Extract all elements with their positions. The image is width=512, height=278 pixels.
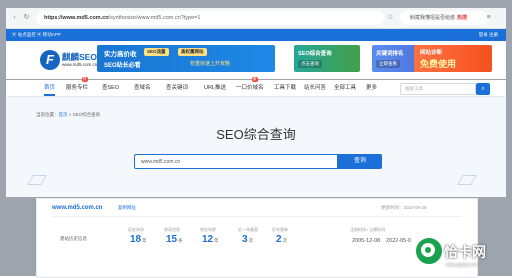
breadcrumb-prefix: 当前位置： (36, 112, 59, 117)
banner-diagnose-big: 免费使用 (420, 59, 457, 69)
dates-label: 注册时间 / 过期时间 (350, 227, 386, 232)
stat-number: 18 (130, 234, 142, 245)
stat-value: 3次 (242, 234, 253, 245)
url-host: https://www.md5.com.cn (44, 15, 109, 21)
stat-number: 15 (166, 234, 178, 245)
stat-number: 3 (242, 234, 248, 245)
banner-seo-button[interactable]: 点击查询 (298, 60, 322, 68)
login-register-links[interactable]: 登录 注册 (479, 29, 498, 41)
nav-all-tools[interactable]: 全部工具 (334, 80, 356, 96)
banner-tag-weight: 高权重网站 (178, 48, 207, 56)
stat-label: 历史年份 (128, 227, 144, 232)
page-title: SEO综合查询 (216, 127, 296, 142)
star-icon[interactable]: ☆ (386, 13, 395, 22)
stat-value: 2次 (276, 234, 287, 245)
stat-value: 12年 (202, 234, 219, 245)
query-button[interactable]: 查询 (338, 154, 382, 169)
banner-keyword-title: 关键词排名 (376, 51, 404, 57)
menu-icon[interactable]: ≡ (484, 13, 493, 22)
logo-url: www.md5.com.cn (62, 62, 98, 67)
row-label: 建站历史信息 (60, 236, 87, 241)
breadcrumb: 当前位置：首页 > SEO综合查询 (36, 112, 100, 118)
banner-seo-title: SEO综合查询 (298, 51, 332, 57)
nav-badge-hot: 热 (82, 77, 88, 82)
refresh-icon[interactable]: ↻ (22, 13, 31, 22)
nav-url-push[interactable]: URL推送 (204, 80, 226, 96)
stat-number: 12 (202, 234, 214, 245)
banner-tag-traffic: SEO流量 (144, 48, 169, 56)
breadcrumb-current: SEO综合查询 (72, 112, 101, 117)
watermark-url: www.qiaqa.com (446, 262, 478, 267)
expire-date: 2022-05-0 (386, 238, 412, 244)
browser-search-text: 斛斌我懂招是否给惑 (410, 15, 456, 21)
top-strip-links[interactable]: ▣ 站点监控 ▣ 移动APP (12, 29, 61, 41)
stat-label: 近一年备案 (238, 227, 258, 232)
nav-seo[interactable]: 查SEO (102, 80, 119, 96)
update-time: 更新时间：2022-09-26 (381, 205, 427, 210)
logo-icon[interactable]: F (40, 50, 60, 70)
url-path: /synthesize/www.md5.com.cn?type=1 (108, 15, 201, 21)
watermark-text: 恰卡网 (444, 244, 486, 260)
watermark-logo-dot (425, 247, 431, 253)
nav-badge-new: 新 (252, 77, 258, 82)
banner-main-line2: SEO站长必看 (104, 63, 141, 69)
banner-diagnose-title: 网站诊断 (420, 50, 443, 56)
nav-fixed-price[interactable]: 一口价域名 (236, 80, 264, 96)
nav-more[interactable]: 更多 (366, 80, 377, 96)
nav-home[interactable]: 首页 (44, 80, 56, 96)
back-icon[interactable]: ‹ (10, 13, 19, 22)
register-date: 2005-12-08 (352, 238, 381, 244)
domain-query-input[interactable]: www.md5.com.cn (134, 154, 338, 169)
browser-search-box[interactable]: 斛斌我懂招是否给惑 热搜 (400, 11, 488, 25)
stat-unit: 条 (178, 238, 183, 243)
banner-main-title: 实力高价收 (104, 51, 137, 58)
nav-download[interactable]: 工具下载 (274, 80, 296, 96)
search-icon[interactable]: ⌕ (476, 83, 490, 95)
hot-badge: 热搜 (457, 15, 468, 21)
stat-unit: 次 (248, 238, 254, 243)
stat-number: 2 (276, 234, 282, 245)
tool-search-input[interactable]: 搜索工具 (400, 83, 476, 95)
stat-unit: 年 (214, 238, 219, 243)
banner-main-line3: 权重快速上升攻略 (190, 61, 231, 67)
stat-label: 域名年龄 (200, 227, 216, 232)
address-bar[interactable]: https://www.md5.com.cn/synthesize/www.md… (36, 11, 384, 25)
stat-label: 收录信息 (164, 227, 180, 232)
stat-label: 近年更新 (272, 227, 288, 232)
nav-domain[interactable]: 查域名 (134, 80, 151, 96)
stat-unit: 次 (282, 238, 288, 243)
site-top-strip: ▣ 站点监控 ▣ 移动APP 登录 注册 (6, 29, 506, 41)
breadcrumb-home[interactable]: 首页 (59, 112, 68, 117)
copy-url-link[interactable]: 复制网址 (118, 205, 136, 211)
nav-qa[interactable]: 站长问答 (304, 80, 326, 96)
stat-value: 18年 (130, 234, 147, 245)
banner-keyword-button[interactable]: 立即查看 (376, 60, 400, 68)
stat-unit: 年 (142, 238, 147, 243)
result-domain[interactable]: www.md5.com.cn (52, 205, 102, 211)
card-divider (52, 216, 462, 217)
stat-value: 15条 (166, 234, 183, 245)
nav-services[interactable]: 服务专栏 (66, 80, 88, 96)
nav-keyword[interactable]: 查关键词 (166, 80, 188, 96)
